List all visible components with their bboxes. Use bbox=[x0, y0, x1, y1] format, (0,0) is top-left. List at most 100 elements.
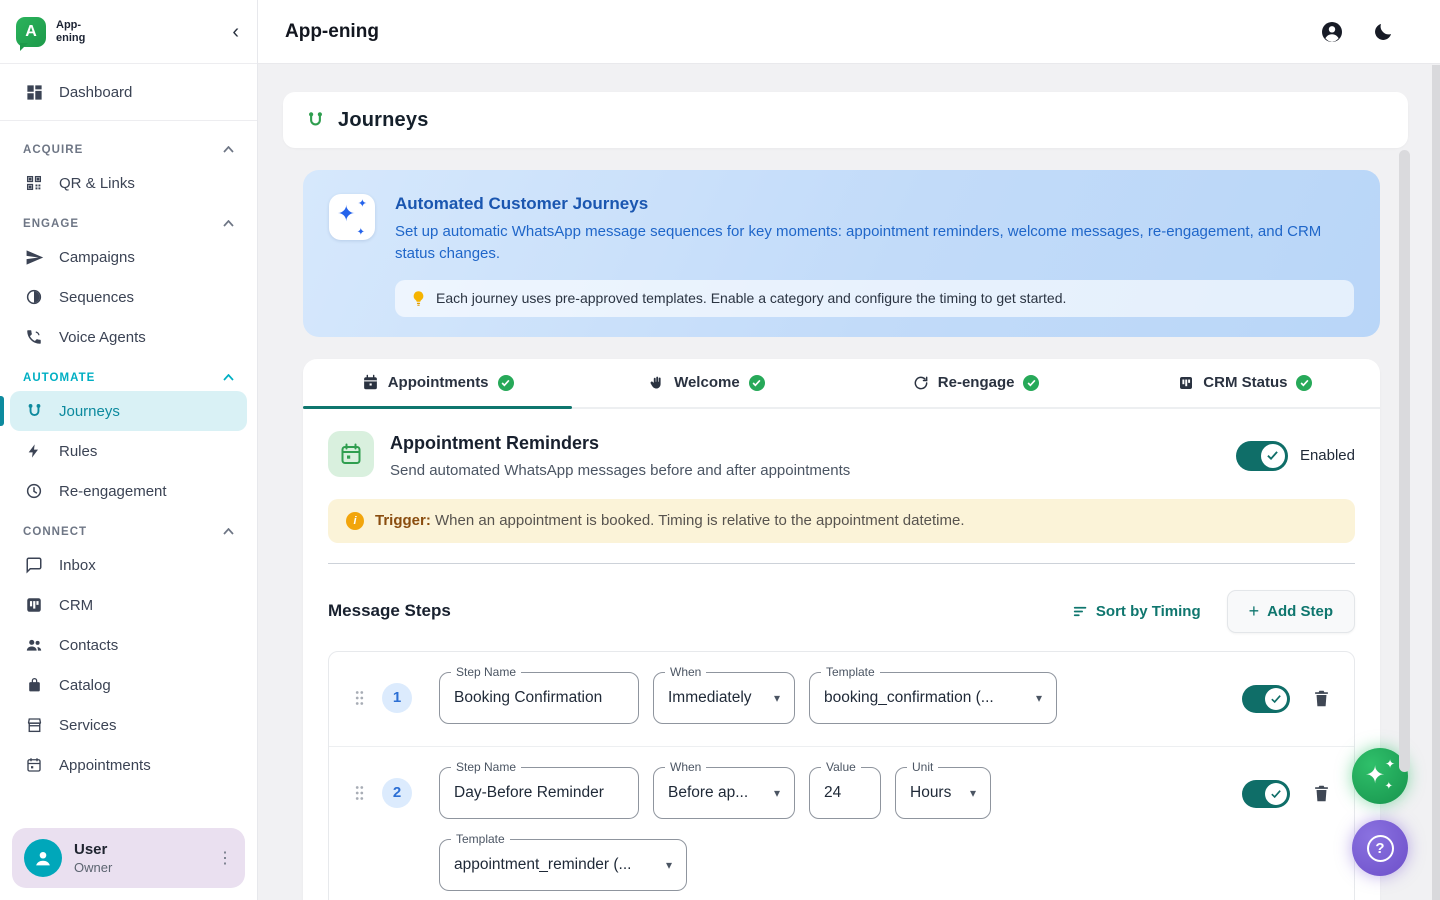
send-icon bbox=[23, 247, 45, 267]
route-icon bbox=[23, 401, 45, 421]
sidebar-item-label: Appointments bbox=[59, 757, 151, 774]
plus-icon: + bbox=[1249, 601, 1260, 622]
step-row-2: 2 Step Name Day-Before Reminder Whe bbox=[329, 746, 1354, 900]
sidebar-item-qr-links[interactable]: QR & Links bbox=[10, 163, 247, 203]
sidebar-item-crm[interactable]: CRM bbox=[10, 585, 247, 625]
tab-appointments[interactable]: Appointments bbox=[303, 359, 572, 407]
sidebar-item-appointments[interactable]: Appointments bbox=[10, 745, 247, 785]
unit-select[interactable]: Unit Hours ▾ bbox=[895, 767, 991, 819]
drag-handle-icon[interactable] bbox=[353, 687, 366, 714]
qr-code-icon bbox=[23, 173, 45, 193]
sidebar-item-label: Contacts bbox=[59, 637, 118, 654]
divider bbox=[328, 563, 1355, 564]
sidebar-item-label: Re-engagement bbox=[59, 483, 167, 500]
dark-mode-moon-icon[interactable] bbox=[1372, 21, 1394, 43]
check-badge-icon bbox=[498, 375, 514, 391]
chat-icon bbox=[23, 555, 45, 575]
tab-re-engage[interactable]: Re-engage bbox=[842, 359, 1111, 407]
sidebar-item-campaigns[interactable]: Campaigns bbox=[10, 237, 247, 277]
drag-handle-icon[interactable] bbox=[353, 782, 366, 809]
template-select[interactable]: Template booking_confirmation (... ▾ bbox=[809, 672, 1057, 724]
value-input[interactable]: Value 24 bbox=[809, 767, 881, 819]
contrast-circle-icon bbox=[23, 287, 45, 307]
tab-crm-status[interactable]: CRM Status bbox=[1111, 359, 1380, 407]
sort-by-timing-button[interactable]: Sort by Timing bbox=[1073, 603, 1201, 620]
content-scrollbar[interactable] bbox=[1399, 150, 1410, 772]
chevron-up-icon bbox=[223, 526, 234, 538]
app-window: A App-ening ‹ Dashboard ACQUIRE bbox=[0, 0, 1440, 900]
sidebar-item-services[interactable]: Services bbox=[10, 705, 247, 745]
delete-step-icon[interactable] bbox=[1313, 784, 1330, 803]
chevron-up-icon bbox=[223, 218, 234, 230]
steps-list: 1 Step Name Booking Confirmation Wh bbox=[328, 651, 1355, 900]
step-name-input[interactable]: Step Name Booking Confirmation bbox=[439, 672, 639, 724]
step-enabled-toggle[interactable] bbox=[1242, 685, 1290, 713]
section-connect[interactable]: CONNECT bbox=[10, 511, 247, 545]
step-enabled-toggle[interactable] bbox=[1242, 780, 1290, 808]
lightbulb-icon bbox=[411, 290, 426, 307]
sidebar-item-dashboard[interactable]: Dashboard bbox=[10, 72, 247, 112]
when-select[interactable]: When Immediately ▾ bbox=[653, 672, 795, 724]
sidebar-item-voice-agents[interactable]: Voice Agents bbox=[10, 317, 247, 357]
app-logo-text: App-ening bbox=[56, 19, 85, 44]
sidebar: A App-ening ‹ Dashboard ACQUIRE bbox=[0, 0, 258, 900]
tab-welcome[interactable]: Welcome bbox=[572, 359, 841, 407]
kanban-icon bbox=[1178, 375, 1194, 391]
user-menu-icon[interactable]: ⋮ bbox=[217, 848, 233, 868]
step-number-badge: 1 bbox=[382, 683, 412, 713]
when-select[interactable]: When Before ap... ▾ bbox=[653, 767, 795, 819]
check-badge-icon bbox=[749, 375, 765, 391]
sidebar-item-catalog[interactable]: Catalog bbox=[10, 665, 247, 705]
add-step-button[interactable]: + Add Step bbox=[1227, 590, 1355, 633]
enabled-label: Enabled bbox=[1300, 447, 1355, 464]
chevron-down-icon: ▾ bbox=[774, 786, 780, 800]
step-name-input[interactable]: Step Name Day-Before Reminder bbox=[439, 767, 639, 819]
content-area: Journeys ✦✦✦ Automated Customer Journeys… bbox=[258, 64, 1440, 900]
chevron-up-icon bbox=[223, 144, 234, 156]
sidebar-item-rules[interactable]: Rules bbox=[10, 431, 247, 471]
window-scrollbar[interactable] bbox=[1432, 65, 1440, 900]
section-automate[interactable]: AUTOMATE bbox=[10, 357, 247, 391]
category-title: Appointment Reminders bbox=[390, 433, 850, 454]
sidebar-item-label: CRM bbox=[59, 597, 93, 614]
section-acquire[interactable]: ACQUIRE bbox=[10, 129, 247, 163]
sidebar-item-journeys[interactable]: Journeys bbox=[10, 391, 247, 431]
phone-icon bbox=[23, 327, 45, 347]
calendar-icon bbox=[328, 431, 374, 477]
sidebar-item-sequences[interactable]: Sequences bbox=[10, 277, 247, 317]
category-enabled-toggle[interactable] bbox=[1236, 441, 1288, 471]
sidebar-item-contacts[interactable]: Contacts bbox=[10, 625, 247, 665]
shopping-bag-icon bbox=[23, 675, 45, 695]
trigger-banner: i Trigger: When an appointment is booked… bbox=[328, 499, 1355, 543]
user-avatar bbox=[24, 839, 62, 877]
sparkle-icon: ✦ bbox=[1365, 761, 1385, 790]
toggle-check-icon bbox=[1265, 688, 1287, 710]
sparkle-icon: ✦ bbox=[1385, 757, 1395, 771]
banner-description: Set up automatic WhatsApp message sequen… bbox=[395, 221, 1354, 265]
section-engage[interactable]: ENGAGE bbox=[10, 203, 247, 237]
user-card[interactable]: User Owner ⋮ bbox=[12, 828, 245, 888]
category-header: Appointment Reminders Send automated Wha… bbox=[328, 431, 1355, 479]
trigger-label: Trigger: bbox=[375, 512, 431, 529]
sidebar-collapse-icon[interactable]: ‹ bbox=[232, 22, 239, 42]
page-title-card: Journeys bbox=[283, 92, 1408, 148]
people-icon bbox=[23, 635, 45, 655]
step-row-1: 1 Step Name Booking Confirmation Wh bbox=[329, 652, 1354, 746]
check-badge-icon bbox=[1296, 375, 1312, 391]
route-icon bbox=[305, 110, 326, 131]
account-icon[interactable] bbox=[1320, 20, 1344, 44]
sidebar-item-label: Services bbox=[59, 717, 117, 734]
category-subtitle: Send automated WhatsApp messages before … bbox=[390, 462, 850, 479]
sidebar-item-re-engagement[interactable]: Re-engagement bbox=[10, 471, 247, 511]
chevron-down-icon: ▾ bbox=[970, 786, 976, 800]
help-fab[interactable]: ? bbox=[1352, 820, 1408, 876]
toggle-check-icon bbox=[1261, 444, 1285, 468]
sidebar-item-inbox[interactable]: Inbox bbox=[10, 545, 247, 585]
banner-title: Automated Customer Journeys bbox=[395, 194, 1354, 214]
main-column: App-ening Journeys bbox=[258, 0, 1440, 900]
storefront-icon bbox=[23, 715, 45, 735]
step-number-badge: 2 bbox=[382, 778, 412, 808]
journeys-info-banner: ✦✦✦ Automated Customer Journeys Set up a… bbox=[303, 170, 1380, 337]
template-select[interactable]: Template appointment_reminder (... ▾ bbox=[439, 839, 687, 891]
delete-step-icon[interactable] bbox=[1313, 689, 1330, 708]
